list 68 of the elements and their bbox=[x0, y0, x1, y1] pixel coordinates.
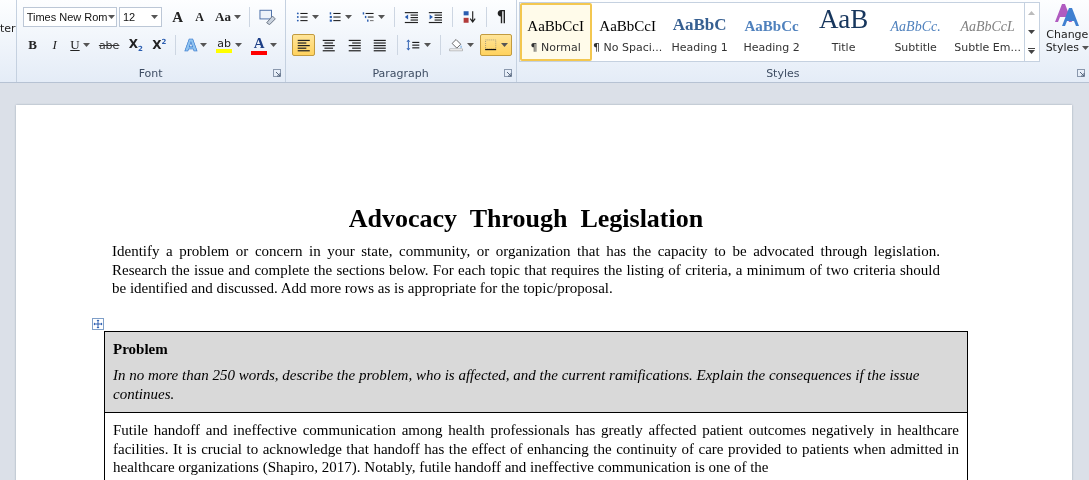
sort-icon bbox=[462, 9, 477, 25]
italic-button[interactable]: I bbox=[44, 34, 65, 56]
instructions-text: In no more than 250 words, describe the problem, who is affected, and the current ramifications. Explain the consequences if the issue continues. bbox=[113, 366, 921, 403]
group-label: Styles bbox=[766, 66, 800, 80]
borders-icon bbox=[483, 37, 498, 53]
group-label: Paragraph bbox=[372, 66, 429, 80]
styles-icon bbox=[1053, 2, 1082, 28]
shrink-font-button[interactable]: A bbox=[189, 6, 210, 28]
expand-icon bbox=[1028, 48, 1036, 55]
line-spacing-icon bbox=[406, 37, 421, 53]
paint-bucket-icon bbox=[449, 37, 464, 53]
caret-icon bbox=[377, 15, 385, 19]
style-option[interactable]: AaBbCc Heading 2 bbox=[735, 3, 808, 61]
document-title: Advocacy Through Legislation bbox=[347, 204, 705, 234]
style-option[interactable]: AaBbC Heading 1 bbox=[663, 3, 736, 61]
change-styles-button[interactable]: Change Styles bbox=[1039, 0, 1089, 64]
font-name-field[interactable]: Times New Rom bbox=[22, 7, 117, 27]
caret-icon bbox=[270, 43, 278, 47]
up-arrow-icon bbox=[1028, 10, 1036, 15]
align-left-icon bbox=[295, 37, 312, 53]
down-arrow-icon bbox=[1028, 30, 1036, 34]
caret-icon bbox=[344, 15, 352, 19]
grow-font-button[interactable]: A bbox=[167, 6, 188, 28]
eraser-icon bbox=[259, 9, 277, 25]
highlight-button[interactable]: ab bbox=[212, 34, 246, 56]
move-handle-icon[interactable] bbox=[92, 317, 104, 330]
increase-indent-icon bbox=[428, 9, 444, 25]
caret-icon bbox=[235, 43, 243, 47]
caret-icon bbox=[200, 43, 208, 47]
dialog-launcher-icon[interactable] bbox=[503, 69, 512, 77]
caret-icon bbox=[500, 43, 508, 47]
answer-paragraph: Futile handoff and ineffective communication among health professionals has greatly affected patient outcomes negatively in healthcare facilities. It is crucial to acknowledge that handoff has the effect of enhancing the continuity of care provided to patients when admitted in healthcare organizations (Shapiro, 2017). Notably, futile handoff and ineffective communication is one of the bbox=[113, 421, 959, 477]
align-center-icon bbox=[321, 37, 337, 53]
borders-button[interactable] bbox=[479, 34, 512, 56]
font-color-button[interactable]: A bbox=[247, 34, 281, 56]
ribbon-label: ter bbox=[0, 22, 16, 35]
align-left-button[interactable] bbox=[291, 34, 316, 56]
caret-icon bbox=[150, 15, 158, 19]
dialog-launcher-icon[interactable] bbox=[1077, 69, 1085, 77]
group-label: Font bbox=[138, 66, 163, 80]
style-option[interactable]: AaBbCcI ¶ No Spaci... bbox=[591, 3, 664, 61]
subscript-button[interactable]: X$_{2}$ bbox=[124, 34, 147, 56]
caret-icon bbox=[233, 15, 241, 19]
decrease-indent-icon bbox=[403, 9, 419, 25]
caret-icon bbox=[82, 43, 90, 47]
bold-button[interactable]: B bbox=[22, 34, 43, 56]
superscript-button[interactable]: X$^{2}$ bbox=[148, 34, 171, 56]
justify-icon bbox=[372, 37, 388, 53]
align-right-icon bbox=[346, 37, 363, 53]
caret-icon bbox=[423, 43, 431, 47]
change-case-button[interactable]: Aa bbox=[211, 6, 245, 28]
caret-icon bbox=[1082, 45, 1089, 50]
caret-icon bbox=[311, 15, 319, 19]
caret-icon bbox=[466, 43, 474, 47]
section-heading: Problem bbox=[113, 339, 168, 358]
underline-button[interactable]: U bbox=[66, 34, 94, 56]
numbered-list-icon bbox=[328, 9, 342, 25]
style-option[interactable]: AaBbCcL Subtle Em... bbox=[951, 3, 1024, 61]
caret-icon bbox=[107, 15, 115, 19]
intro-paragraph: Identify a problem or concern in your state, community, or organization that has the capacity to be advocated through legislation. Research the issue and complete the sections below. For each topic that requires the listing of criteria, a minimum of two criteria should be identified and discussed. Add more rows as is appropriate for the topic/proposal. bbox=[112, 242, 940, 298]
font-size-field[interactable]: 12 bbox=[119, 7, 162, 27]
multilevel-list-icon bbox=[361, 9, 375, 25]
style-option[interactable]: AaBbCcI ¶ Normal bbox=[519, 3, 592, 61]
style-option[interactable]: AaB Title bbox=[807, 3, 880, 61]
style-option[interactable]: AaBbCc. Subtitle bbox=[879, 3, 952, 61]
dialog-launcher-icon[interactable] bbox=[272, 69, 281, 77]
show-marks-button[interactable]: ¶ bbox=[491, 6, 512, 28]
strikethrough-button[interactable]: abe bbox=[95, 34, 123, 56]
